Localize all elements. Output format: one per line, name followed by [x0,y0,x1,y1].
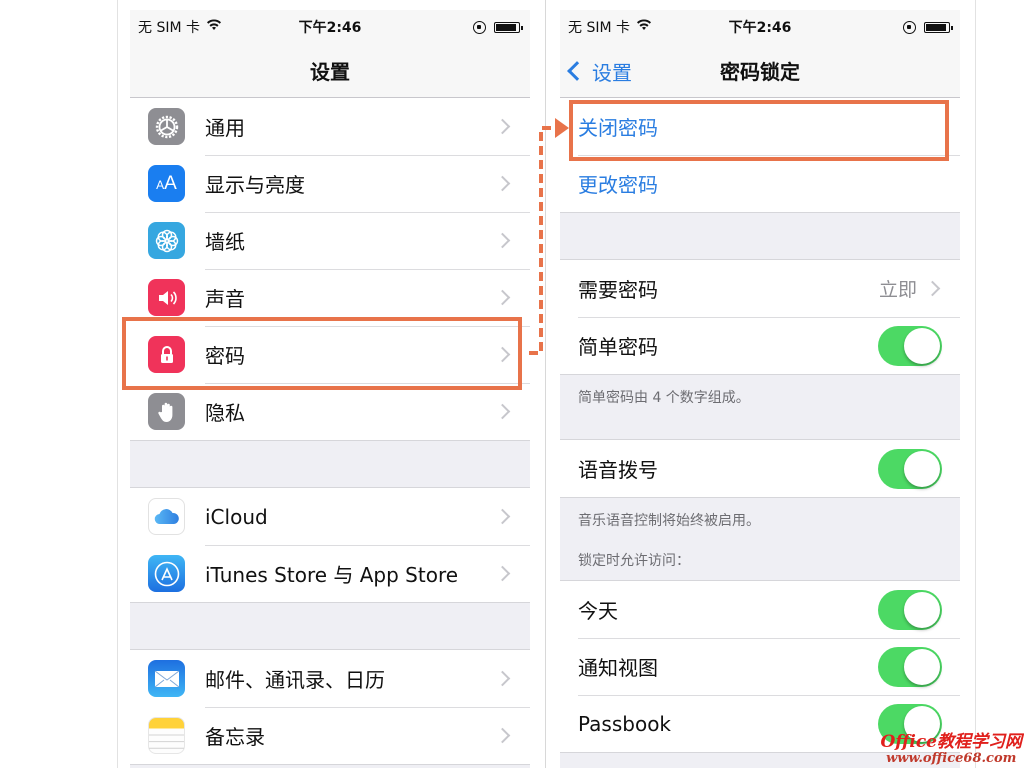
status-bar: 无 SIM 卡 下午2:46 [130,10,530,44]
text-size-icon: AA [148,165,185,202]
voice-dial-row: 语音拨号 [560,440,960,497]
simple-passcode-toggle[interactable] [878,325,942,366]
simple-passcode-note: 简单密码由 4 个数字组成。 [578,390,750,406]
page-title: 密码锁定 [720,60,800,84]
chevron-right-icon [494,346,511,363]
chevron-right-icon [924,280,941,297]
back-label: 设置 [592,60,632,85]
chevron-right-icon [494,403,511,420]
today-toggle[interactable] [878,589,942,630]
passcode-actions-group: 关闭密码 更改密码 [560,98,960,213]
app-store-icon [148,555,185,592]
require-passcode-row[interactable]: 需要密码 立即 [560,260,960,317]
settings-item-label: 邮件、通讯录、日历 [205,668,385,692]
settings-item-general[interactable]: 通用 [130,98,530,155]
passcode-lock-screen: 无 SIM 卡 下午2:46 设置 密码锁定 关闭密码 更改密码 需要密码 立即 [560,10,960,768]
change-passcode-button[interactable]: 更改密码 [560,155,960,212]
page-title: 设置 [310,60,350,84]
settings-item-icloud[interactable]: iCloud [130,488,530,545]
frame-edge-left [117,0,118,768]
action-label: 关闭密码 [578,116,658,140]
settings-item-label: 墙纸 [205,230,245,254]
battery-icon [924,21,953,33]
settings-group-1: 通用 AA 显示与亮度 墙纸 声音 密码 隐私 [130,98,530,441]
screens-divider [545,0,546,768]
settings-item-label: iTunes Store 与 App Store [205,563,459,587]
notifications-view-toggle[interactable] [878,646,942,687]
watermark: Office教程学习网 www.office68.com [881,733,1023,766]
wifi-icon [206,19,222,35]
settings-item-label: 密码 [205,344,245,368]
settings-item-mail-contacts-calendars[interactable]: 邮件、通讯录、日历 [130,650,530,707]
notifications-view-row: 通知视图 [560,638,960,695]
chevron-right-icon [494,289,511,306]
notes-icon [148,717,185,754]
voice-dial-group: 语音拨号 [560,439,960,498]
settings-item-label: iCloud [205,504,268,529]
hand-icon [148,393,185,430]
settings-item-sounds[interactable]: 声音 [130,269,530,326]
nav-bar: 设置 [130,44,530,98]
wifi-icon [636,19,652,35]
chevron-right-icon [494,727,511,744]
settings-item-display[interactable]: AA 显示与亮度 [130,155,530,212]
action-label: 更改密码 [578,173,658,197]
settings-item-itunes-app-store[interactable]: iTunes Store 与 App Store [130,545,530,602]
watermark-url: www.office68.com [886,750,1017,766]
battery-icon [494,21,523,33]
mail-icon [148,660,185,697]
chevron-right-icon [494,175,511,192]
chevron-right-icon [494,118,511,135]
carrier-text: 无 SIM 卡 [568,20,630,36]
settings-screen: 无 SIM 卡 下午2:46 设置 通用 AA 显示与亮度 墙纸 声音 密码 隐… [130,10,530,768]
option-label: 简单密码 [578,335,658,359]
settings-item-privacy[interactable]: 隐私 [130,383,530,440]
chevron-right-icon [494,232,511,249]
back-button[interactable]: 设置 [567,44,632,98]
settings-item-label: 显示与亮度 [205,173,305,197]
settings-item-notes[interactable]: 备忘录 [130,707,530,764]
chevron-left-icon [567,61,587,81]
option-label: 今天 [578,599,618,623]
lock-icon [148,336,185,373]
settings-item-label: 隐私 [205,401,245,425]
orientation-lock-icon [903,20,916,34]
settings-group-3: 邮件、通讯录、日历 备忘录 [130,649,530,765]
carrier-text: 无 SIM 卡 [138,20,200,36]
option-label: 语音拨号 [578,458,658,482]
settings-item-label: 备忘录 [205,725,265,749]
frame-edge-right [975,0,976,768]
simple-passcode-row: 简单密码 [560,317,960,374]
lock-access-header: 锁定时允许访问： [578,553,690,569]
today-row: 今天 [560,581,960,638]
voice-dial-toggle[interactable] [878,448,942,489]
speaker-icon [148,279,185,316]
option-label: 需要密码 [578,278,658,302]
settings-group-2: iCloud iTunes Store 与 App Store [130,487,530,603]
orientation-lock-icon [473,20,486,34]
voice-dial-note: 音乐语音控制将始终被启用。 [578,513,760,529]
status-bar: 无 SIM 卡 下午2:46 [560,10,960,44]
chevron-right-icon [494,565,511,582]
option-label: Passbook [578,711,672,736]
option-label: 通知视图 [578,656,658,680]
settings-item-passcode[interactable]: 密码 [130,326,530,383]
settings-item-label: 声音 [205,287,245,311]
settings-item-label: 通用 [205,116,245,140]
chevron-right-icon [494,508,511,525]
nav-bar: 设置 密码锁定 [560,44,960,98]
gear-icon [148,108,185,145]
flower-icon [148,222,185,259]
option-value: 立即 [878,279,917,301]
cloud-icon [148,498,185,535]
passcode-options-group: 需要密码 立即 简单密码 [560,259,960,375]
settings-item-wallpaper[interactable]: 墙纸 [130,212,530,269]
chevron-right-icon [494,670,511,687]
lock-access-group: 今天 通知视图 Passbook [560,580,960,753]
turn-passcode-off-button[interactable]: 关闭密码 [560,98,960,155]
watermark-title: Office教程学习网 [880,732,1023,753]
